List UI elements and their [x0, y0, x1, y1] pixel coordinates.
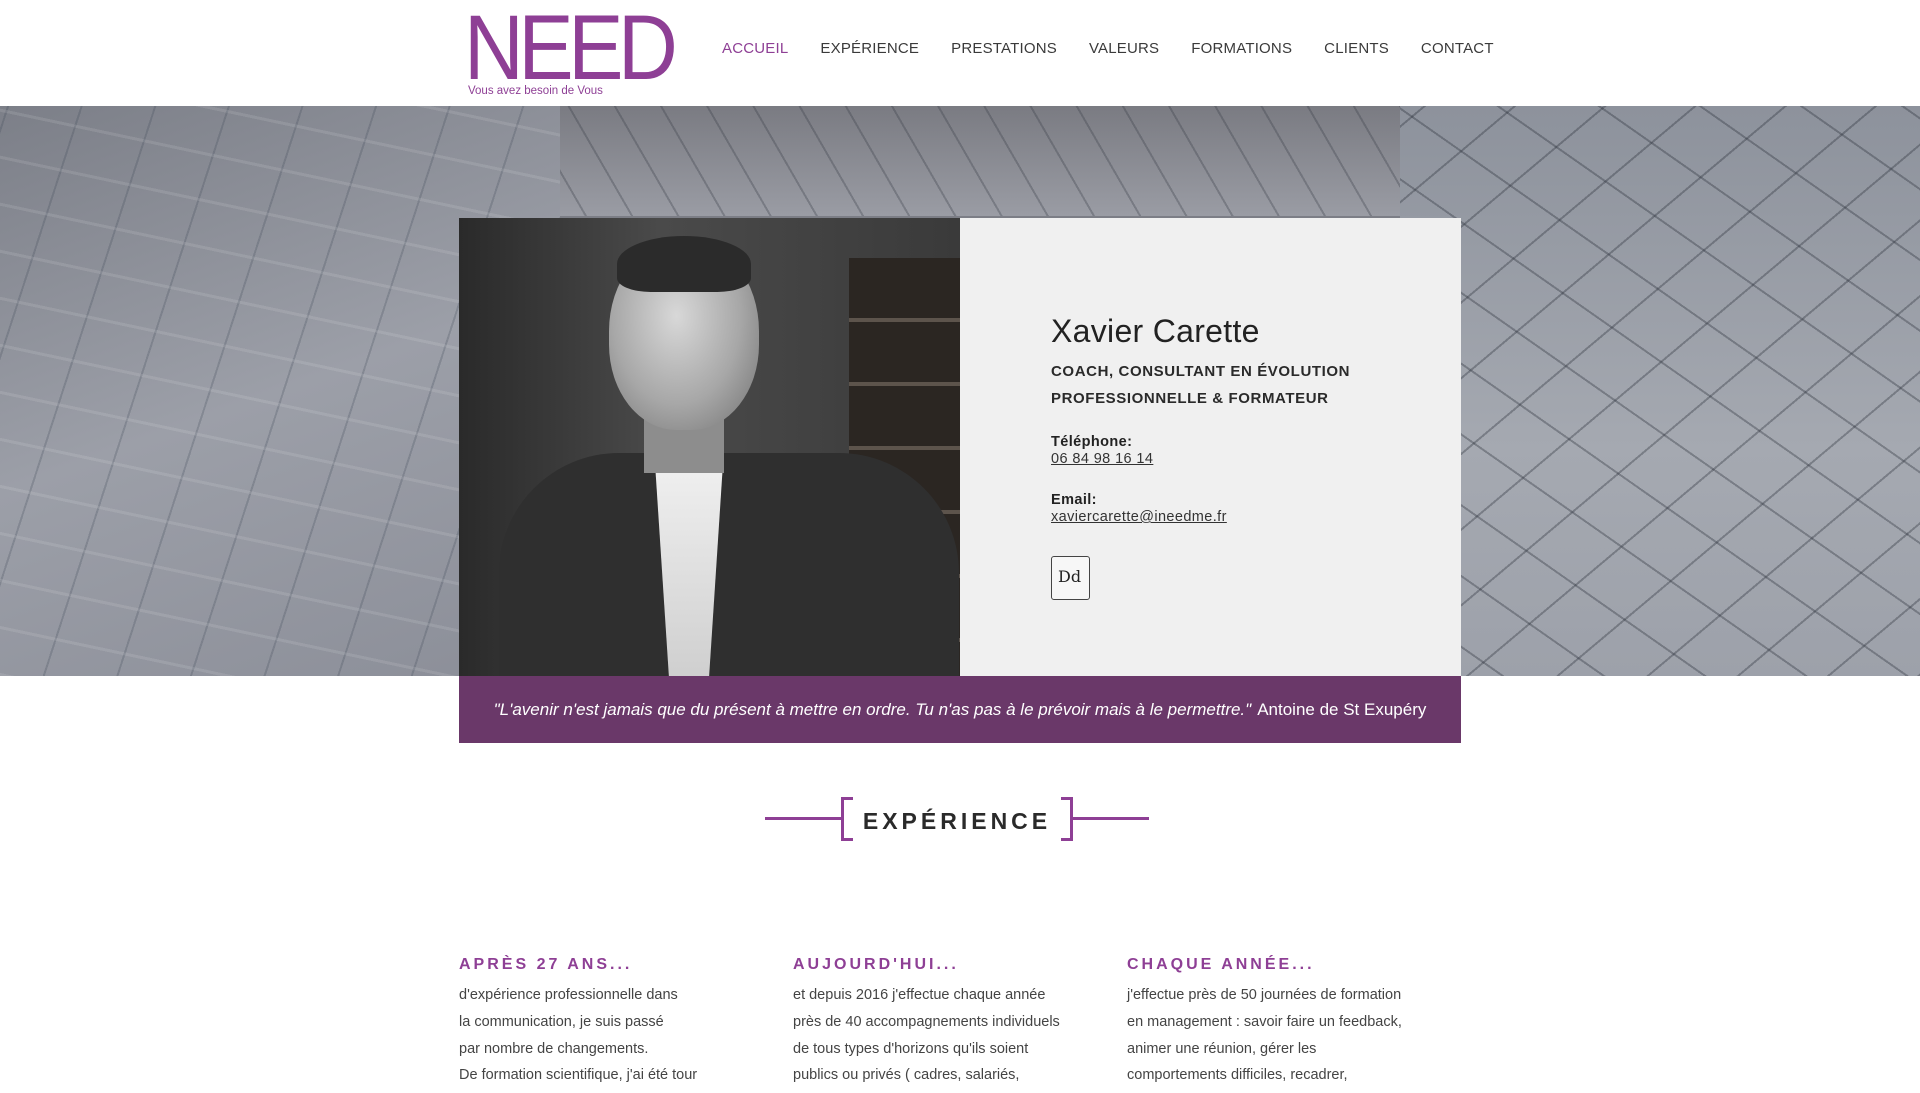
hero-glass-structure-right [1400, 106, 1920, 676]
column-title: AUJOURD'HUI... [793, 956, 959, 973]
phone-link[interactable]: 06 84 98 16 14 [1051, 451, 1153, 467]
profile-info: Xavier Carette COACH, CONSULTANT EN ÉVOL… [1051, 313, 1431, 600]
column-line: la communication, je suis passé [459, 1013, 664, 1030]
column-line: d'expérience professionnelle dans [459, 987, 678, 1003]
profile-name: Xavier Carette [1051, 313, 1260, 349]
column-line: comportements difficiles, recadrer, [1127, 1067, 1348, 1084]
column-body: j'effectue près de 50 journées de format… [1127, 982, 1461, 1089]
photo-hair [617, 236, 751, 292]
nav-item-contact[interactable]: CONTACT [1421, 40, 1494, 57]
column-line: publics ou privés ( cadres, salariés, [793, 1067, 1020, 1084]
column-line: de tous types d'horizons qu'ils soient [793, 1040, 1029, 1057]
column-line: près de 40 accompagnements individuels [793, 1013, 1060, 1030]
quote-text: "L'avenir n'est jamais que du présent à … [493, 699, 1252, 719]
main-nav: ACCUEIL EXPÉRIENCE PRESTATIONS VALEURS F… [722, 40, 1494, 57]
profile-card: Xavier Carette COACH, CONSULTANT EN ÉVOL… [459, 218, 1461, 676]
column-line: animer une réunion, gérer les [1127, 1040, 1317, 1057]
column-title: APRÈS 27 ANS... [459, 956, 633, 973]
experience-columns: APRÈS 27 ANS... d'expérience professionn… [459, 956, 1461, 1089]
profile-role-line-2: PROFESSIONNELLE & FORMATEUR [1051, 390, 1329, 407]
heading-bracket-right [1061, 797, 1073, 841]
nav-item-accueil[interactable]: ACCUEIL [722, 40, 788, 57]
nav-item-clients[interactable]: CLIENTS [1324, 40, 1389, 57]
experience-section-heading: EXPÉRIENCE [765, 797, 1149, 843]
profile-role-line-1: COACH, CONSULTANT EN ÉVOLUTION [1051, 363, 1351, 380]
column-line: De formation scientifique, j'ai été tour [459, 1067, 698, 1084]
phone-label: Téléphone: [1051, 434, 1133, 450]
site-header: NEED Vous avez besoin de Vous ACCUEIL EX… [0, 0, 1920, 106]
quote-bar: "L'avenir n'est jamais que du présent à … [459, 676, 1461, 743]
experience-column: AUJOURD'HUI... et depuis 2016 j'effectue… [793, 956, 1127, 1089]
logo-tagline: Vous avez besoin de Vous [468, 85, 603, 97]
hero-glass-roof [400, 106, 1520, 216]
column-body: et depuis 2016 j'effectue chaque année p… [793, 982, 1127, 1089]
photo-jacket [499, 453, 959, 676]
quote-author: Antoine de St Exupéry [1257, 699, 1427, 719]
heading-line-right [1073, 817, 1149, 820]
logo-mark: NEED [464, 0, 678, 99]
email-link[interactable]: xaviercarette@ineedme.fr [1051, 509, 1227, 525]
logo[interactable]: NEED Vous avez besoin de Vous [464, 2, 678, 102]
column-title: CHAQUE ANNÉE... [1127, 956, 1315, 973]
experience-column: CHAQUE ANNÉE... j'effectue près de 50 jo… [1127, 956, 1461, 1089]
column-line: j'effectue près de 50 journées de format… [1127, 987, 1402, 1003]
nav-item-valeurs[interactable]: VALEURS [1089, 40, 1159, 57]
column-body: d'expérience professionnelle dans la com… [459, 982, 793, 1089]
experience-column: APRÈS 27 ANS... d'expérience professionn… [459, 956, 793, 1089]
column-line: et depuis 2016 j'effectue chaque année [793, 987, 1046, 1003]
column-line: par nombre de changements. [459, 1040, 649, 1057]
experience-heading-title: EXPÉRIENCE [862, 808, 1052, 834]
email-label: Email: [1051, 492, 1097, 508]
profile-photo [459, 218, 960, 676]
nav-item-prestations[interactable]: PRESTATIONS [951, 40, 1057, 57]
nav-item-experience[interactable]: EXPÉRIENCE [820, 40, 919, 57]
column-line: en management : savoir faire un feedback… [1127, 1013, 1402, 1030]
datadock-badge-text: Dd [1058, 567, 1082, 586]
nav-item-formations[interactable]: FORMATIONS [1191, 40, 1292, 57]
datadock-badge-icon[interactable]: Dd [1051, 556, 1090, 600]
profile-role: COACH, CONSULTANT EN ÉVOLUTION PROFESSIO… [1051, 358, 1431, 412]
